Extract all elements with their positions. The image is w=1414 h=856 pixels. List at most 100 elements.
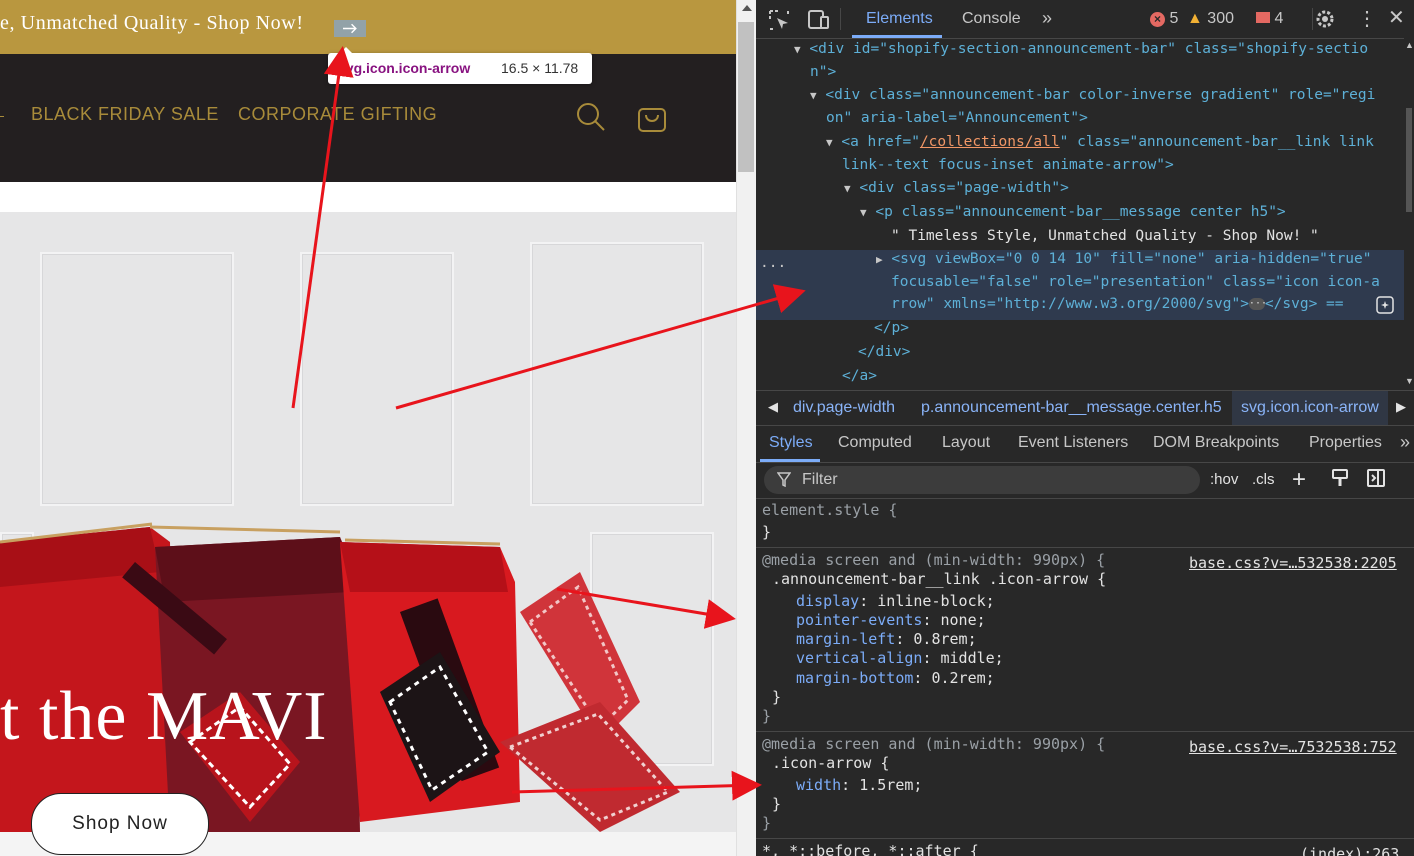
more-tabs-icon[interactable]: »: [1042, 8, 1052, 29]
dom-node[interactable]: </div>: [858, 344, 910, 366]
styles-subtabs: Styles Computed Layout Event Listeners D…: [756, 425, 1414, 463]
subtab-styles[interactable]: Styles: [769, 434, 813, 452]
error-count[interactable]: × 5: [1150, 10, 1178, 28]
warning-count[interactable]: ▲ 300: [1187, 10, 1234, 28]
shop-now-button[interactable]: Shop Now: [31, 793, 209, 855]
subtab-dom-breakpoints[interactable]: DOM Breakpoints: [1153, 434, 1279, 452]
media-close: }: [762, 707, 772, 725]
crumb-right-icon[interactable]: ▶: [1396, 399, 1406, 415]
source-link-2[interactable]: base.css?v=…7532538:752: [1189, 738, 1397, 756]
dom-node-cont: focusable="false" role="presentation" cl…: [891, 274, 1380, 290]
subtab-properties[interactable]: Properties: [1309, 434, 1382, 452]
source-link-3[interactable]: (index):263: [1300, 845, 1399, 856]
inspect-element-icon[interactable]: [768, 9, 790, 36]
add-rule-icon[interactable]: +: [1292, 466, 1306, 494]
filter-input[interactable]: Filter: [764, 466, 1200, 494]
dom-node[interactable]: ▼ <div class="page-width">: [844, 180, 1069, 202]
crumb-svg-icon-arrow[interactable]: svg.icon.icon-arrow: [1241, 399, 1379, 417]
filter-placeholder: Filter: [802, 471, 838, 488]
wall-panel: [530, 242, 704, 506]
class-toggle[interactable]: .cls: [1252, 471, 1275, 488]
announcement-bar[interactable]: e, Unmatched Quality - Shop Now!: [0, 0, 736, 54]
inspect-tooltip: svg.icon.icon-arrow 16.5 × 11.78: [328, 47, 592, 84]
collections-link[interactable]: /collections/all: [920, 134, 1060, 150]
breadcrumb: ◀ div.page-width p.announcement-bar__mes…: [756, 390, 1414, 426]
page-scrollbar[interactable]: [736, 0, 757, 856]
dom-tree[interactable]: ··· ▼ <div id="shopify-section-announcem…: [756, 38, 1404, 390]
hero-banner: t the MAVI Shop Now: [0, 212, 736, 856]
wall-panel: [40, 252, 234, 506]
dom-node[interactable]: </a>: [842, 368, 877, 390]
nav-link-corporate-gifting[interactable]: CORPORATE GIFTING: [238, 104, 437, 125]
tooltip-size: 16.5 × 11.78: [501, 60, 579, 76]
device-toolbar-icon[interactable]: [806, 9, 830, 36]
filter-icon: [776, 472, 792, 492]
subtab-computed[interactable]: Computed: [838, 434, 912, 452]
hover-state-toggle[interactable]: :hov: [1210, 471, 1238, 488]
crumb-page-width[interactable]: div.page-width: [793, 399, 895, 417]
media-query-1: @media screen and (min-width: 990px) {: [762, 551, 1106, 569]
gear-icon[interactable]: [1314, 8, 1336, 35]
tab-elements[interactable]: Elements: [866, 10, 933, 28]
dom-tree-scrollbar[interactable]: ▲ ▼: [1404, 38, 1414, 390]
scroll-up-icon[interactable]: [742, 5, 752, 11]
dom-scroll-thumb[interactable]: [1406, 108, 1412, 212]
node-actions-icon[interactable]: ···: [760, 259, 786, 281]
styles-filter-bar: Filter :hov .cls +: [756, 462, 1414, 499]
dom-node[interactable]: ▼ <p class="announcement-bar__message ce…: [860, 204, 1286, 226]
dom-node[interactable]: ▼ <div id="shopify-section-announcement-…: [794, 41, 1368, 63]
rule-close: }: [772, 688, 782, 706]
cart-icon[interactable]: [635, 100, 669, 139]
search-icon[interactable]: [574, 100, 606, 137]
ellipsis-icon[interactable]: ···: [1248, 298, 1267, 310]
nav-separator: [0, 116, 4, 117]
paint-brush-icon[interactable]: [1330, 468, 1350, 492]
dom-node-cont: link--text focus-inset animate-arrow">: [842, 157, 1174, 173]
style-declaration[interactable]: margin-left: 0.8rem;: [796, 630, 977, 648]
dom-node[interactable]: ▼ <a href="/collections/all" class="anno…: [826, 134, 1374, 156]
rule-selector-1[interactable]: .announcement-bar__link .icon-arrow {: [772, 570, 1106, 588]
style-declaration[interactable]: margin-bottom: 0.2rem;: [796, 669, 995, 687]
announcement-text[interactable]: e, Unmatched Quality - Shop Now!: [0, 12, 304, 35]
website-viewport: e, Unmatched Quality - Shop Now! BLACK F…: [0, 0, 736, 856]
scroll-thumb[interactable]: [738, 22, 754, 172]
tooltip-selector: svg.icon.icon-arrow: [338, 60, 471, 76]
dom-node-cont: n">: [810, 64, 837, 80]
sidebar-toggle-icon[interactable]: [1366, 468, 1386, 492]
copilot-icon[interactable]: [1376, 296, 1394, 318]
style-declaration[interactable]: vertical-align: middle;: [796, 649, 1004, 667]
style-declaration[interactable]: pointer-events: none;: [796, 611, 986, 629]
devtools-toolbar: Elements Console » × 5 ▲ 300 4 ⋮ ✕: [756, 0, 1414, 39]
dom-node-cont: rrow" xmlns="http://www.w3.org/2000/svg"…: [891, 296, 1344, 312]
rule-selector-2[interactable]: .icon-arrow {: [772, 754, 889, 772]
more-options-icon[interactable]: ⋮: [1357, 6, 1377, 31]
dom-node[interactable]: ▼ <div class="announcement-bar color-inv…: [810, 87, 1375, 109]
devtools-panel: Elements Console » × 5 ▲ 300 4 ⋮ ✕ ··· ▼…: [756, 0, 1414, 856]
style-declaration[interactable]: width: 1.5rem;: [796, 776, 922, 794]
tab-console[interactable]: Console: [962, 10, 1021, 28]
issues-count[interactable]: 4: [1256, 10, 1283, 28]
style-declaration[interactable]: display: inline-block;: [796, 592, 995, 610]
error-icon: ×: [1150, 12, 1165, 27]
media-query-2: @media screen and (min-width: 990px) {: [762, 735, 1106, 753]
subtab-event-listeners[interactable]: Event Listeners: [1018, 434, 1128, 452]
styles-pane[interactable]: element.style { } @media screen and (min…: [756, 499, 1414, 856]
dom-text-node[interactable]: " Timeless Style, Unmatched Quality - Sh…: [891, 228, 1319, 250]
dom-node-cont: on" aria-label="Announcement">: [826, 110, 1088, 126]
element-style-rule[interactable]: element.style {: [762, 501, 897, 519]
close-icon[interactable]: ✕: [1388, 5, 1405, 30]
dom-node-selected[interactable]: ▶ <svg viewBox="0 0 14 10" fill="none" a…: [876, 251, 1372, 273]
hero-title: t the MAVI: [0, 678, 328, 755]
source-link-1[interactable]: base.css?v=…532538:2205: [1189, 554, 1397, 572]
media-close: }: [762, 814, 772, 832]
rule-close: }: [772, 795, 782, 813]
rule-close: }: [762, 523, 772, 541]
universal-rule[interactable]: *, *::before, *::after {: [762, 842, 979, 856]
more-subtabs-icon[interactable]: »: [1400, 432, 1410, 453]
nav-link-black-friday[interactable]: BLACK FRIDAY SALE: [31, 104, 219, 125]
arrow-right-icon: [334, 20, 366, 37]
dom-node[interactable]: </p>: [874, 320, 909, 342]
subtab-layout[interactable]: Layout: [942, 434, 990, 452]
crumb-announcement-message[interactable]: p.announcement-bar__message.center.h5: [921, 399, 1222, 417]
crumb-left-icon[interactable]: ◀: [768, 399, 778, 415]
